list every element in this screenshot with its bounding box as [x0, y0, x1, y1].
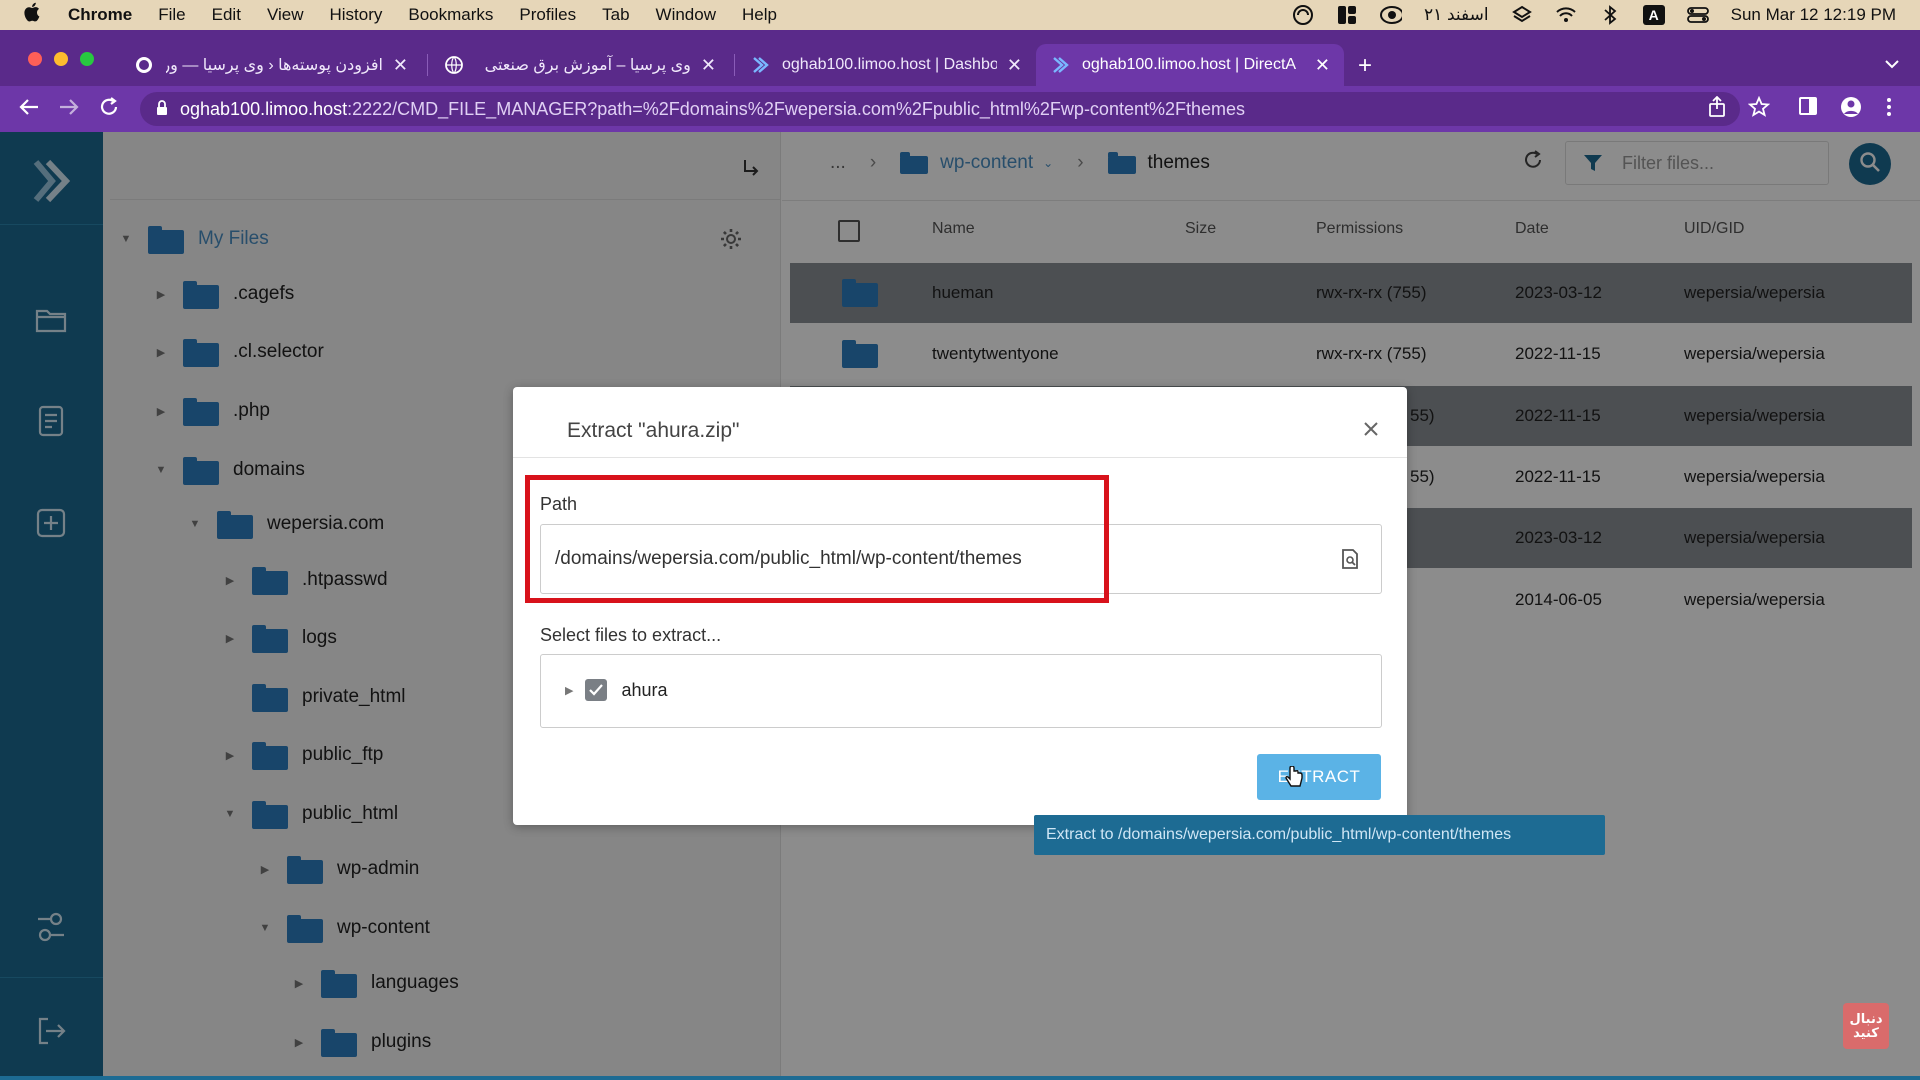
close-window-button[interactable]: [28, 52, 42, 66]
url-path: :2222/CMD_FILE_MANAGER?path=%2Fdomains%2…: [347, 98, 1246, 119]
eye-ring-icon[interactable]: [1380, 4, 1402, 26]
menu-profiles[interactable]: Profiles: [519, 5, 576, 25]
dialog-title: Extract "ahura.zip": [567, 419, 740, 442]
channel-watermark: دنبال کنید: [1843, 1003, 1889, 1049]
control-center-icon[interactable]: [1686, 4, 1709, 26]
extract-button[interactable]: EXTRACT: [1257, 754, 1381, 800]
mac-menubar: Chrome File Edit View History Bookmarks …: [0, 0, 1920, 30]
extract-dialog: Extract "ahura.zip" Path /domains/wepers…: [513, 387, 1407, 825]
wifi-icon[interactable]: [1555, 4, 1577, 26]
menu-tab[interactable]: Tab: [602, 5, 629, 25]
close-tab-icon[interactable]: ✕: [1315, 55, 1330, 76]
archive-item[interactable]: ▶ ahura: [565, 679, 668, 701]
tab-title: افزودن پوسته‌ها ‹ وی پرسیا — وردپ...: [166, 57, 383, 74]
tab-title: oghab100.limoo.host | DirectA: [1082, 56, 1297, 73]
share-icon[interactable]: [1708, 95, 1726, 124]
dialog-divider: [513, 457, 1407, 458]
tab-title: oghab100.limoo.host | Dashbo: [782, 56, 997, 73]
back-button[interactable]: [18, 96, 40, 124]
reload-button[interactable]: [98, 96, 120, 124]
clock[interactable]: Sun Mar 12 12:19 PM: [1731, 5, 1896, 25]
window-controls: [28, 52, 94, 66]
close-tab-icon[interactable]: ✕: [393, 55, 408, 76]
minimize-window-button[interactable]: [54, 52, 68, 66]
item-checkbox[interactable]: [585, 679, 608, 701]
select-files-label: Select files to extract...: [540, 625, 722, 645]
menu-view[interactable]: View: [267, 5, 304, 25]
bluetooth-icon[interactable]: [1599, 4, 1621, 26]
directadmin-icon: [1050, 55, 1070, 75]
bookmark-star-icon[interactable]: [1747, 95, 1771, 124]
bottom-accent-strip: [0, 1076, 1920, 1080]
url-host: oghab100.limoo.host: [180, 98, 348, 119]
lock-icon[interactable]: [156, 99, 168, 119]
menu-edit[interactable]: Edit: [212, 5, 241, 25]
archive-item-label: ahura: [621, 679, 668, 700]
tab-dashboard[interactable]: oghab100.limoo.host | Dashbo ✕: [736, 44, 1036, 86]
close-icon[interactable]: [1363, 417, 1379, 443]
tab-wp-themes[interactable]: افزودن پوسته‌ها ‹ وی پرسیا — وردپ... ✕: [120, 44, 422, 86]
hand-cursor-icon: [1284, 765, 1304, 790]
extract-tooltip: Extract to /domains/wepersia.com/public_…: [1034, 815, 1605, 855]
zoom-window-button[interactable]: [80, 52, 94, 66]
tab-directadmin-active[interactable]: oghab100.limoo.host | DirectA ✕: [1036, 44, 1344, 86]
kebab-menu-icon[interactable]: [1886, 96, 1892, 124]
layers-icon[interactable]: [1511, 4, 1533, 26]
menu-help[interactable]: Help: [742, 5, 777, 25]
menu-file[interactable]: File: [158, 5, 185, 25]
new-tab-button[interactable]: +: [1358, 52, 1372, 80]
browser-tab-strip: افزودن پوسته‌ها ‹ وی پرسیا — وردپ... ✕ و…: [0, 30, 1920, 86]
tab-wepersia[interactable]: وی پرسیا – آموزش برق صنعتی ✕: [430, 44, 730, 86]
tab-search-chevron-icon[interactable]: [1884, 56, 1900, 74]
annotation-highlight-box: [525, 475, 1109, 603]
menu-history[interactable]: History: [329, 5, 382, 25]
menu-app-name[interactable]: Chrome: [68, 5, 132, 25]
chevron-right-icon[interactable]: ▶: [565, 684, 573, 697]
forward-button[interactable]: [58, 96, 80, 124]
tab-title: وی پرسیا – آموزش برق صنعتی: [484, 57, 691, 74]
address-bar[interactable]: oghab100.limoo.host:2222/CMD_FILE_MANAGE…: [140, 92, 1740, 126]
apple-icon[interactable]: [24, 2, 44, 28]
globe-icon: [444, 55, 464, 75]
menu-window[interactable]: Window: [656, 5, 716, 25]
side-panel-icon[interactable]: [1798, 96, 1818, 122]
close-tab-icon[interactable]: ✕: [701, 55, 716, 76]
browser-toolbar: oghab100.limoo.host:2222/CMD_FILE_MANAGE…: [0, 86, 1920, 132]
wordpress-icon: [134, 55, 154, 75]
profile-avatar-icon[interactable]: [1840, 96, 1862, 124]
menu-bookmarks[interactable]: Bookmarks: [408, 5, 493, 25]
file-selection-box: ▶ ahura: [540, 654, 1382, 728]
persian-date[interactable]: ۲۱ اسفند: [1424, 5, 1489, 25]
grid-app-icon[interactable]: [1336, 4, 1358, 26]
browse-file-icon[interactable]: [1341, 549, 1359, 569]
status-circle-icon[interactable]: [1292, 4, 1314, 26]
input-source-icon[interactable]: A: [1642, 5, 1665, 25]
close-tab-icon[interactable]: ✕: [1007, 55, 1022, 76]
directadmin-icon: [750, 55, 770, 75]
